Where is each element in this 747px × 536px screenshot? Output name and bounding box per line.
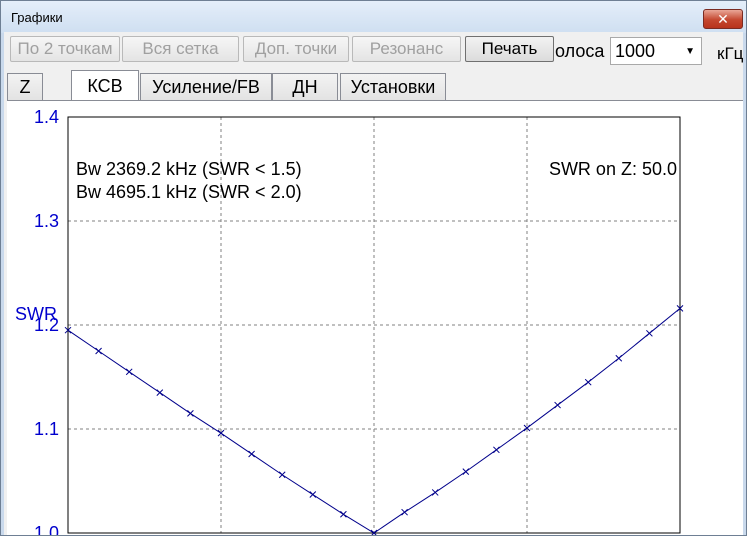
y-axis-label: SWR bbox=[15, 304, 57, 324]
tab-settings[interactable]: Установки bbox=[340, 73, 446, 100]
whole-grid-button[interactable]: Вся сетка bbox=[122, 36, 239, 62]
close-button[interactable]: ✕ bbox=[703, 9, 743, 29]
swr-point-marker bbox=[646, 329, 653, 337]
swr-point-marker bbox=[125, 368, 133, 376]
tab-gain-fb[interactable]: Усиление/FB bbox=[140, 73, 272, 100]
swr-point-marker bbox=[278, 471, 286, 479]
swr-point-marker bbox=[156, 389, 164, 396]
swr-point-marker bbox=[187, 410, 194, 417]
swr-point-marker bbox=[554, 401, 561, 409]
swr-point-marker bbox=[431, 489, 439, 496]
resonance-button[interactable]: Резонанс bbox=[352, 36, 461, 62]
tab-pattern[interactable]: ДН bbox=[272, 73, 338, 100]
x-tick-label: 145.0 bbox=[45, 534, 90, 535]
swr-point-marker bbox=[615, 354, 623, 362]
swr-point-marker bbox=[462, 468, 470, 475]
window-title: Графики bbox=[11, 10, 63, 25]
swr-point-marker bbox=[95, 347, 102, 355]
bandwidth-annotation-1-5: Bw 2369.2 kHz (SWR < 1.5) bbox=[76, 159, 302, 179]
title-bar[interactable]: Графики ✕ bbox=[1, 1, 746, 33]
band-unit: кГц bbox=[717, 44, 744, 63]
x-tick-label: 145.25 bbox=[193, 534, 248, 535]
band-select[interactable]: 1000 ▼ bbox=[610, 37, 702, 65]
print-button[interactable]: Печать bbox=[465, 36, 554, 62]
extra-points-button[interactable]: Доп. точки bbox=[243, 36, 349, 62]
x-tick-label: 146.0 bbox=[657, 534, 702, 535]
x-tick-label: 145.5 bbox=[351, 534, 396, 535]
swr-point-marker bbox=[340, 510, 347, 518]
y-tick-label: 1.1 bbox=[34, 419, 59, 439]
swr-point-marker bbox=[248, 450, 255, 458]
graphs-window: Графики ✕ По 2 точкам Вся сетка Доп. точ… bbox=[0, 0, 747, 536]
x-tick-label: 145.75 bbox=[499, 534, 554, 535]
swr-chart-svg: 1.01.11.21.31.4145.0145.25145.5145.75146… bbox=[15, 107, 703, 535]
tab-z[interactable]: Z bbox=[7, 73, 43, 100]
y-tick-label: 1.4 bbox=[34, 107, 59, 127]
swr-reference-annotation: SWR on Z: 50.0 bbox=[549, 159, 677, 179]
window-client: По 2 точкам Вся сетка Доп. точки Резонан… bbox=[4, 32, 743, 535]
band-value: 1000 bbox=[615, 41, 656, 61]
swr-point-marker bbox=[401, 508, 408, 516]
chevron-down-icon[interactable]: ▼ bbox=[685, 46, 695, 57]
swr-point-marker bbox=[584, 378, 592, 386]
close-icon: ✕ bbox=[717, 11, 729, 27]
y-tick-label: 1.3 bbox=[34, 211, 59, 231]
tab-swr[interactable]: КСВ bbox=[71, 70, 139, 101]
band-label: олоса bbox=[555, 41, 605, 61]
swr-point-marker bbox=[309, 491, 317, 498]
swr-chart: 1.01.11.21.31.4145.0145.25145.5145.75146… bbox=[7, 101, 743, 535]
swr-point-marker bbox=[493, 446, 500, 454]
bandwidth-annotation-2-0: Bw 4695.1 kHz (SWR < 2.0) bbox=[76, 182, 302, 202]
two-points-button[interactable]: По 2 точкам bbox=[10, 36, 120, 62]
swr-curve bbox=[67, 307, 681, 534]
